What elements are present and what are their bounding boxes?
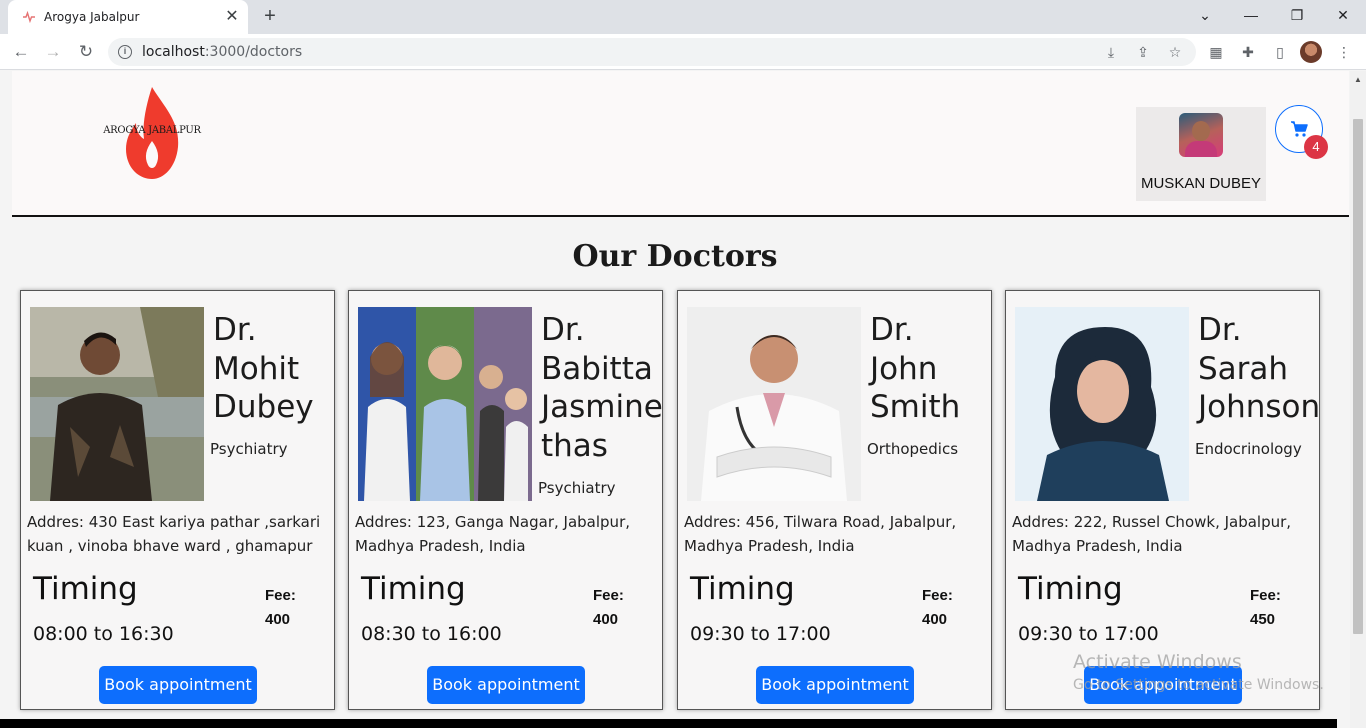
doctor-address: Addres: 222, Russel Chowk, Jabalpur, Mad… [1012,513,1292,555]
doctor-card: Dr. John Smith Orthopedics Addres: 456, … [677,290,992,710]
share-icon[interactable]: ⇪ [1134,43,1152,61]
user-avatar [1179,113,1223,157]
fee-value: 400 [922,611,948,628]
fee-value: 450 [1250,611,1276,628]
reload-icon[interactable]: ↻ [74,40,98,64]
page-scrollbar[interactable]: ▲ [1350,71,1366,728]
timing-value: 08:00 to 16:30 [33,623,174,645]
doctor-address: Addres: 430 East kariya pathar ,sarkari … [27,513,321,555]
activate-windows-title: Activate Windows [1073,651,1242,673]
timing-label: Timing [1018,571,1123,607]
doctor-card: Dr. Babitta Jasmine thas Psychiatry Addr… [348,290,663,710]
doctor-name: Dr. John Smith [870,312,961,425]
doctor-specialty: Psychiatry [210,440,288,458]
page-viewport: AROGYA JABALPUR MUSKAN DUBEY 4 Our Docto… [0,71,1350,728]
doctor-photo [687,307,861,501]
tab-close-icon[interactable]: ✕ [222,7,242,27]
browser-toolbar: ← → ↻ i localhost:3000/doctors ⤓ ⇪ ☆ ▦ ✚… [0,34,1366,70]
install-icon[interactable]: ⤓ [1102,43,1120,61]
browser-tab[interactable]: Arogya Jabalpur ✕ [8,0,248,34]
doctor-specialty: Orthopedics [867,440,959,458]
book-appointment-button[interactable]: Book appointment [427,666,585,704]
scroll-up-arrow-icon[interactable]: ▲ [1354,75,1362,84]
doctor-address: Addres: 456, Tilwara Road, Jabalpur, Mad… [684,513,957,555]
footer-bar [0,719,1337,728]
doctor-photo [1015,307,1189,501]
timing-value: 09:30 to 17:00 [1018,623,1159,645]
doctor-address: Addres: 123, Ganga Nagar, Jabalpur, Madh… [355,513,631,555]
profile-avatar[interactable] [1300,41,1322,63]
fee-label: Fee: [593,587,624,604]
doctor-photo [358,307,532,501]
doctor-card: Dr. Sarah Johnson Endocrinology Addres: … [1005,290,1320,710]
activate-windows-subtitle: Go to Settings to activate Windows. [1073,677,1324,693]
side-panel-icon[interactable]: ▯ [1270,42,1290,62]
more-menu-icon[interactable]: ⋮ [1334,42,1354,62]
favicon-icon [23,11,35,23]
site-header: AROGYA JABALPUR MUSKAN DUBEY 4 [12,71,1349,217]
logo-text: AROGYA JABALPUR [103,125,201,136]
fee-label: Fee: [265,587,296,604]
timing-label: Timing [33,571,138,607]
doctor-specialty: Psychiatry [538,479,616,497]
scroll-thumb[interactable] [1353,119,1363,634]
doctor-specialty: Endocrinology [1195,440,1302,458]
window-close-button[interactable]: ✕ [1320,0,1366,30]
forward-arrow-icon[interactable]: → [41,40,65,64]
restore-button[interactable]: ❐ [1274,0,1320,30]
tab-title: Arogya Jabalpur [44,10,140,24]
fee-label: Fee: [922,587,953,604]
tab-search-icon[interactable]: ⌄ [1182,0,1228,30]
user-name: MUSKAN DUBEY [1140,175,1262,192]
cart-button[interactable]: 4 [1275,105,1328,159]
browser-tabstrip: Arogya Jabalpur ✕ + ⌄ — ❐ ✕ [0,0,1366,34]
calendar-extension-icon[interactable]: ▦ [1206,42,1226,62]
site-logo[interactable]: AROGYA JABALPUR [102,85,202,181]
timing-value: 08:30 to 16:00 [361,623,502,645]
extensions-puzzle-icon[interactable]: ✚ [1238,42,1258,62]
bookmark-star-icon[interactable]: ☆ [1166,43,1184,61]
doctor-name: Dr. Mohit Dubey [213,312,314,425]
page-title: Our Doctors [572,239,778,274]
doctor-name: Dr. Sarah Johnson [1198,312,1321,425]
book-appointment-button[interactable]: Book appointment [756,666,914,704]
fee-value: 400 [593,611,619,628]
timing-label: Timing [690,571,795,607]
url-text: localhost:3000/doctors [142,44,303,60]
timing-label: Timing [361,571,466,607]
new-tab-button[interactable]: + [258,5,282,29]
user-profile[interactable]: MUSKAN DUBEY [1136,107,1266,201]
book-appointment-button[interactable]: Book appointment [99,666,257,704]
minimize-button[interactable]: — [1228,0,1274,30]
doctor-card: Dr. Mohit Dubey Psychiatry Addres: 430 E… [20,290,335,710]
fee-value: 400 [265,611,291,628]
timing-value: 09:30 to 17:00 [690,623,831,645]
doctor-name: Dr. Babitta Jasmine thas [541,312,663,464]
cart-count-badge: 4 [1304,135,1328,159]
address-bar[interactable]: i localhost:3000/doctors ⤓ ⇪ ☆ [108,38,1196,66]
fee-label: Fee: [1250,587,1281,604]
doctor-photo [30,307,204,501]
site-info-icon[interactable]: i [118,45,132,59]
back-arrow-icon[interactable]: ← [9,40,33,64]
cart-icon [1291,121,1308,137]
